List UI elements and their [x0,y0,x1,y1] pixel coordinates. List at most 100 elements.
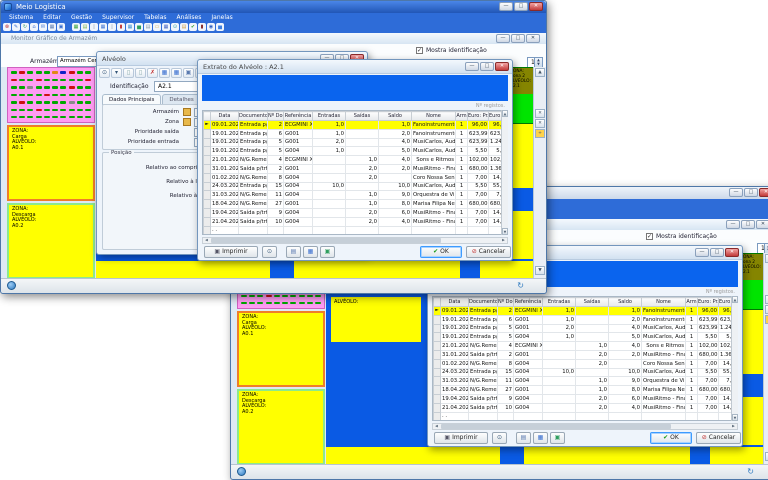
delete-icon[interactable]: ✗ [147,68,158,78]
dialog-minimize-button[interactable]: — [465,62,479,71]
rack-cell[interactable] [69,71,75,74]
close-pane-icon[interactable]: ✕ [535,109,545,118]
grid2-icon[interactable]: ▦ [171,68,182,78]
rack-cell[interactable] [282,302,288,305]
table-row[interactable]: 24.03.2020Entrada p/trf15G00410,010,0Mus… [204,182,509,191]
rack-cell[interactable] [60,109,66,112]
zone-descarga[interactable]: ZONA:DescargaALVÉOLO:A0.2 [7,203,95,279]
rack-cell[interactable] [19,101,25,104]
table-vertical-scrollbar[interactable]: ▲ ▼ [501,110,508,235]
rack-cell[interactable] [77,94,83,97]
extrato-dialog-titlebar[interactable]: Extrato do Alvéolo : A2.1 — □ ✕ [198,60,512,74]
chart2-icon[interactable]: ▅ [216,23,224,31]
rack-cell[interactable] [52,116,58,119]
menu-item-sistema[interactable]: Sistema [4,13,38,22]
close-button[interactable]: ✕ [759,188,768,197]
rack-cell[interactable] [69,101,75,104]
table-row[interactable]: 19.01.2020Entrada p/trf5G0012,04,0MusiCa… [434,324,739,333]
rack-cell[interactable] [52,79,58,82]
column-header[interactable]: Nome [412,112,456,121]
spinner-arrows-icon[interactable]: ▲▼ [764,244,768,253]
rack-cell[interactable] [11,116,17,119]
zone-descarga[interactable]: ZONA:DescargaALVÉOLO:A0.2 [237,389,325,465]
rack-cell[interactable] [266,302,272,305]
column-header[interactable]: Nº Doc. [268,112,284,121]
rack-cell[interactable] [249,295,255,298]
rack-cell[interactable] [299,302,305,305]
rack-cell[interactable] [241,302,247,305]
rack-cell[interactable] [19,86,25,89]
rack-cell[interactable] [27,71,33,74]
rack-cell[interactable] [77,86,83,89]
preview-button[interactable]: ▤ [286,246,301,258]
document2-icon[interactable]: ▯ [108,23,116,31]
minimize-button[interactable]: — [499,2,513,11]
table-row[interactable]: . . [434,412,739,421]
rack-cell[interactable] [52,86,58,89]
status-orb-icon[interactable] [7,281,16,290]
table-row[interactable]: 19.01.2020Entrada p/trf5G0041,05,0MusiCa… [204,147,509,156]
table-row[interactable]: 21.04.2020Saída p/trf10G0042,04,0MusiRit… [434,403,739,412]
rack-cell[interactable] [257,302,263,305]
rack-cell[interactable] [36,116,42,119]
rack-cell[interactable] [52,109,58,112]
table-horizontal-scrollbar[interactable]: ◀ ▶ [202,237,508,244]
copy-doc-icon[interactable]: ▯ [135,68,146,78]
table-row[interactable]: 19.04.2020Saída p/trf9G0042,06,0MusiRitm… [434,394,739,403]
export-button[interactable]: ▣ [320,246,335,258]
table-vertical-scrollbar[interactable]: ▲ ▼ [731,296,738,421]
rack-cell[interactable] [19,94,25,97]
child-close-button[interactable]: ✕ [756,220,768,229]
rack-cell[interactable] [274,302,280,305]
grid-icon[interactable]: ▦ [159,68,170,78]
rack-cell[interactable] [11,94,17,97]
rack-cell[interactable] [85,86,91,89]
mostra-identificacao-checkbox[interactable]: ✓ [646,233,653,240]
imprimir-button[interactable]: ▣Imprimir [204,246,258,258]
column-header[interactable]: Arm [456,112,468,121]
rack-cell[interactable] [44,71,50,74]
rack-cell[interactable] [69,116,75,119]
menu-item-editar[interactable]: Editar [38,13,66,22]
search-button[interactable]: ⊙ [492,432,507,444]
table-row[interactable]: 21.01.2020N/G.Remessa4ECGMINI XS 1001,04… [434,342,739,351]
refresh-icon[interactable]: ↻ [21,23,29,31]
rack-cell[interactable] [274,295,280,298]
rack-cell[interactable] [60,79,66,82]
ok-button[interactable]: ✔OK [420,246,462,258]
rack-cell[interactable] [290,302,296,305]
rack-cell[interactable] [19,79,25,82]
rack-cell[interactable] [290,295,296,298]
column-header[interactable]: Documento [239,112,268,121]
rack-cell[interactable] [60,94,66,97]
table-row[interactable]: 18.04.2020N/G.Remessa27G0011,08,0Marisa … [434,386,739,395]
table-row[interactable]: 31.03.2020N/G.Remessa11G0041,09,0Orquest… [434,377,739,386]
table-row[interactable]: 21.04.2020Saída p/trf10G0042,04,0MusiRit… [204,217,509,226]
menu-item-análises[interactable]: Análises [172,13,207,22]
rack-cell[interactable] [27,79,33,82]
spinner-arrows-icon[interactable]: ▲▼ [534,58,542,67]
refresh-icon[interactable]: ↻ [517,280,524,291]
map-scrollbar[interactable]: ▲ ✕ ✕ + ▼ [533,67,546,279]
zone-carga[interactable]: ZONA:CargaALVÉOLO:A0.1 [237,311,325,387]
home-icon[interactable]: ⌂ [30,23,38,31]
column-header[interactable]: Entradas [543,298,576,307]
report-icon[interactable]: ▤ [180,23,188,31]
save-icon[interactable]: ▣ [57,23,65,31]
movements-table[interactable]: DataDocumentoNº Doc.ReferênciaEntradasSa… [203,111,508,235]
rack-cell[interactable] [77,71,83,74]
rack-cell[interactable] [11,79,17,82]
rack-cell[interactable] [44,116,50,119]
dialog-close-button[interactable]: ✕ [495,62,509,71]
scroll-left-icon[interactable]: ◀ [433,424,440,429]
dialog-maximize-button[interactable]: □ [480,62,494,71]
rack-cell[interactable] [11,86,17,89]
rack-cell[interactable] [77,101,83,104]
column-header[interactable]: Documento [469,298,498,307]
table-row[interactable]: 01.02.2020N/G.Remessa8G0042,0Coro Nossa … [204,173,509,182]
pallet-icon[interactable]: ▤ [81,23,89,31]
table-horizontal-scrollbar[interactable]: ◀ ▶ [432,423,738,430]
rack-cell[interactable] [44,101,50,104]
table-row[interactable]: 31.01.2020Saída p/trf2G0012,02,0MusiRitm… [434,350,739,359]
rack-cell[interactable] [44,94,50,97]
